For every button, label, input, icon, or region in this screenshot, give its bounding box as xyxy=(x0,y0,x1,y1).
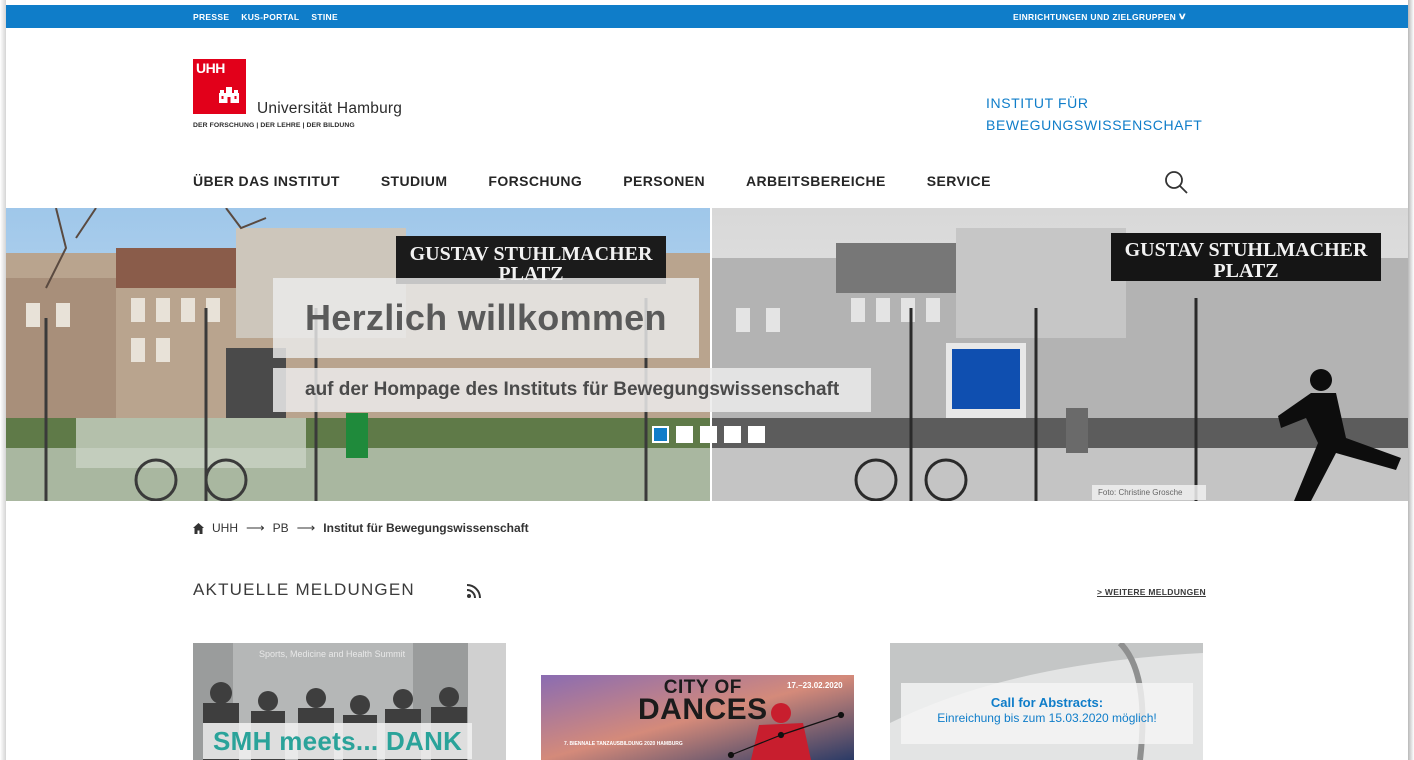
slider-dot-2[interactable] xyxy=(676,426,693,443)
arrow-right-icon: ⟶ xyxy=(246,520,265,535)
arrow-right-icon: ⟶ xyxy=(296,520,316,535)
news-card-city-date: 17.–23.02.2020 xyxy=(787,681,843,690)
hero-sign-line1-left: GUSTAV STUHLMACHER xyxy=(410,243,653,265)
news-card-city-of-dances[interactable]: CITY OF DANCES 17.–23.02.2020 7. BIENNAL… xyxy=(541,675,854,760)
news-card-smh[interactable]: Sports, Medicine and Health Summit SMH m… xyxy=(193,643,506,760)
nav-item-arbeitsbereiche[interactable]: ARBEITSBEREICHE xyxy=(746,173,886,193)
breadcrumb-item-uhh[interactable]: UHH xyxy=(212,521,238,535)
utility-links: PRESSE KUS-PORTAL STINE xyxy=(193,5,338,28)
slider-dot-3[interactable] xyxy=(700,426,717,443)
slider-dots xyxy=(652,426,765,443)
hero-image: GUSTAV STUHLMACHER PLATZ GUSTAV STUHLMAC… xyxy=(6,208,1408,501)
institute-name-line2: BEWEGUNGSWISSENSCHAFT xyxy=(986,117,1203,133)
hero-sign-line2-right: PLATZ xyxy=(1213,260,1278,282)
hero-sign-line1-right: GUSTAV STUHLMACHER xyxy=(1125,239,1368,261)
news-heading: AKTUELLE MELDUNGEN xyxy=(193,580,415,599)
chevron-down-icon: ∨ xyxy=(1177,11,1188,21)
home-icon[interactable] xyxy=(193,522,204,534)
more-news-link[interactable]: > WEITERE MELDUNGEN xyxy=(1097,587,1206,597)
slider-dot-1[interactable] xyxy=(652,426,669,443)
news-card-cfa-title: Call for Abstracts: xyxy=(990,695,1104,710)
breadcrumb: UHH ⟶ PB ⟶ Institut für Bewegungswissens… xyxy=(193,520,529,536)
nav-item-studium[interactable]: STUDIUM xyxy=(381,173,448,193)
news-card-city-line2: DANCES xyxy=(638,693,768,726)
search-icon[interactable] xyxy=(1164,170,1188,194)
hero-title: Herzlich willkommen xyxy=(305,297,667,338)
institute-name[interactable]: INSTITUT FÜR BEWEGUNGSWISSENSCHAFT xyxy=(986,92,1202,136)
news-card-smh-summit: Sports, Medicine and Health Summit xyxy=(259,649,406,659)
news-card-city-title: CITY OF DANCES xyxy=(638,678,768,726)
nav-item-personen[interactable]: PERSONEN xyxy=(623,173,705,193)
einrichtungen-dropdown-label: EINRICHTUNGEN UND ZIELGRUPPEN xyxy=(1012,11,1177,22)
news-card-call-for-abstracts[interactable]: Call for Abstracts: Einreichung bis zum … xyxy=(890,643,1203,760)
slider-dot-4[interactable] xyxy=(724,426,741,443)
castle-icon xyxy=(219,87,239,103)
link-kus-portal[interactable]: KUS-PORTAL xyxy=(241,12,299,22)
news-card-cfa-subtitle: Einreichung bis zum 15.03.2020 möglich! xyxy=(937,711,1157,725)
rss-icon[interactable] xyxy=(466,583,482,599)
slider-dot-5[interactable] xyxy=(748,426,765,443)
breadcrumb-item-pb[interactable]: PB xyxy=(273,521,289,535)
einrichtungen-dropdown[interactable]: EINRICHTUNGEN UND ZIELGRUPPEN ∨ xyxy=(1012,5,1188,28)
logo-mark: UHH xyxy=(196,60,225,76)
nav-item-service[interactable]: SERVICE xyxy=(927,173,991,193)
hero-slider: GUSTAV STUHLMACHER PLATZ GUSTAV STUHLMAC… xyxy=(6,208,1408,501)
main-nav: ÜBER DAS INSTITUT STUDIUM FORSCHUNG PERS… xyxy=(193,173,1032,193)
link-stine[interactable]: STINE xyxy=(311,12,338,22)
institute-name-line1: INSTITUT FÜR xyxy=(986,95,1089,111)
hero-subtitle-box: auf der Hompage des Instituts für Bewegu… xyxy=(273,368,872,412)
breadcrumb-current: Institut für Bewegungswissenschaft xyxy=(323,521,529,535)
hero-subtitle: auf der Hompage des Instituts für Bewegu… xyxy=(305,379,840,400)
nav-item-forschung[interactable]: FORSCHUNG xyxy=(488,173,582,193)
nav-item-ueber-das-institut[interactable]: ÜBER DAS INSTITUT xyxy=(193,173,340,193)
news-card-smh-label-box: SMH meets... DANK xyxy=(203,723,473,759)
news-card-cfa-box: Call for Abstracts: Einreichung bis zum … xyxy=(901,683,1193,744)
uhh-logo[interactable]: UHH xyxy=(193,59,246,114)
university-name: Universität Hamburg xyxy=(257,100,403,117)
photo-credit: Foto: Christine Grosche xyxy=(1092,485,1206,500)
news-card-smh-label: SMH meets... DANK xyxy=(213,725,463,756)
hero-title-box: Herzlich willkommen xyxy=(273,278,699,358)
window-shadow-right xyxy=(1408,0,1414,760)
news-card-city-biennale: 7. BIENNALE TANZAUSBILDUNG 2020 HAMBURG xyxy=(564,741,683,747)
university-tagline: DER FORSCHUNG | DER LEHRE | DER BILDUNG xyxy=(193,122,355,129)
top-utility-bar: PRESSE KUS-PORTAL STINE EINRICHTUNGEN UN… xyxy=(6,5,1408,28)
link-presse[interactable]: PRESSE xyxy=(193,12,229,22)
